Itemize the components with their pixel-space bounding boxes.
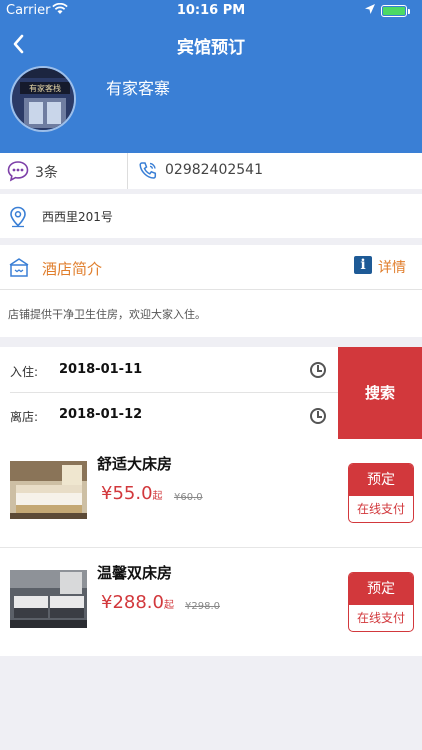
battery-tip	[408, 9, 410, 14]
info-icon[interactable]: i	[354, 256, 372, 274]
room-price: ¥55.0起	[101, 483, 163, 504]
online-pay-button[interactable]: 在线支付	[349, 496, 413, 522]
booking-box: 预定 在线支付	[348, 572, 414, 632]
address-text: 西西里201号	[42, 210, 113, 224]
details-link[interactable]: 详情	[378, 257, 406, 277]
hotel-name: 有家客寨	[106, 79, 171, 98]
sign-text: 有家客栈	[29, 83, 61, 93]
divider	[0, 547, 422, 548]
divider	[10, 392, 338, 393]
shop-icon	[8, 256, 30, 278]
search-button[interactable]: 搜索	[338, 347, 422, 439]
checkout-label: 离店:	[10, 410, 39, 424]
clock-icon[interactable]	[310, 362, 326, 378]
online-pay-button[interactable]: 在线支付	[349, 605, 413, 631]
room-photo[interactable]	[10, 461, 87, 519]
page-title: 宾馆预订	[177, 38, 245, 58]
clock-icon[interactable]	[310, 408, 326, 424]
location-arrow-icon	[364, 3, 376, 18]
battery-icon	[381, 5, 407, 17]
location-pin-icon	[9, 206, 27, 228]
hotel-avatar[interactable]: 有家客栈	[10, 66, 76, 132]
phone-number[interactable]: 02982402541	[165, 162, 263, 178]
room-name: 温馨双床房	[97, 564, 173, 582]
original-price: ¥298.0	[185, 601, 220, 612]
checkin-label: 入住:	[10, 365, 39, 379]
checkout-date[interactable]: 2018-01-12	[59, 407, 142, 422]
original-price: ¥60.0	[174, 492, 203, 503]
room-photo[interactable]	[10, 570, 87, 628]
intro-title: 酒店简介	[42, 260, 103, 278]
divider	[127, 153, 128, 189]
dates-panel	[0, 347, 338, 439]
book-button[interactable]: 预定	[349, 573, 413, 605]
clock-time: 10:16 PM	[176, 3, 246, 18]
nav-bar: 宾馆预订	[0, 22, 422, 66]
intro-text: 店铺提供干净卫生住房，欢迎大家入住。	[8, 308, 206, 321]
booking-box: 预定 在线支付	[348, 463, 414, 523]
room-price: ¥288.0起	[101, 592, 174, 613]
room-name: 舒适大床房	[97, 455, 173, 473]
comment-icon[interactable]	[7, 160, 29, 182]
comment-count[interactable]: 3条	[35, 162, 58, 182]
book-button[interactable]: 预定	[349, 464, 413, 496]
phone-icon[interactable]	[137, 160, 159, 182]
checkin-date[interactable]: 2018-01-11	[59, 362, 142, 377]
status-bar: Carrier 10:16 PM	[0, 0, 422, 22]
